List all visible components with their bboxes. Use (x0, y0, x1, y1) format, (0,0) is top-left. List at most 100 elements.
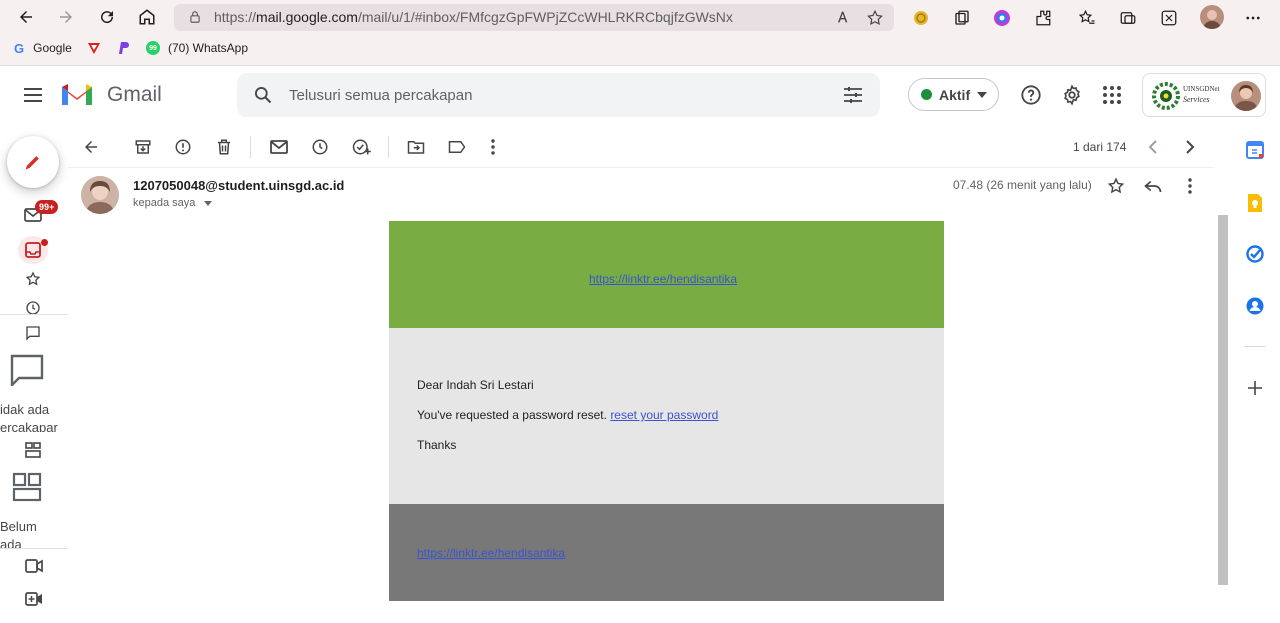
address-bar[interactable]: https://mail.google.com/mail/u/1/#inbox/… (174, 4, 894, 31)
calendar-icon[interactable] (1246, 141, 1264, 159)
color-extension-icon[interactable] (993, 9, 1011, 27)
sender-email[interactable]: 1207050048@student.uinsgd.ac.id (133, 178, 344, 193)
recipient-text[interactable]: kepada saya (133, 197, 213, 209)
screenshot-icon[interactable] (1160, 9, 1178, 27)
toolbar-divider (250, 136, 251, 158)
spaces-icon[interactable] (25, 442, 41, 458)
spaces-empty-icon (12, 472, 42, 502)
archive-icon[interactable] (132, 136, 154, 158)
side-panel (1240, 125, 1280, 623)
red-v-icon (88, 43, 100, 54)
add-task-icon[interactable] (350, 136, 372, 158)
message-more-icon[interactable] (1187, 178, 1193, 194)
label-icon[interactable] (446, 136, 468, 158)
browser-chrome: https://mail.google.com/mail/u/1/#inbox/… (0, 0, 1280, 66)
recipient-chevron-icon (204, 200, 213, 206)
gmail-logo-text[interactable]: Gmail (107, 83, 162, 107)
back-icon[interactable] (14, 5, 38, 29)
thanks-text: Thanks (417, 438, 457, 452)
whatsapp-icon: 99 (146, 41, 160, 55)
avatar[interactable] (1231, 81, 1261, 111)
message-time: 07.48 (26 menit yang lalu) (953, 178, 1092, 192)
footer-link[interactable]: https://linktr.ee/hendisantika (417, 546, 565, 560)
reset-password-link[interactable]: reset your password (610, 408, 718, 422)
spaces-empty-text-2: ada (0, 537, 22, 548)
rail-divider-2 (0, 548, 68, 549)
starred-icon[interactable] (25, 271, 41, 287)
sender-avatar[interactable] (81, 176, 119, 214)
chat-empty-icon (10, 354, 44, 386)
chat-empty-text-1: idak ada (0, 402, 50, 417)
refresh-icon[interactable] (95, 5, 119, 29)
tasks-icon[interactable] (1246, 245, 1264, 263)
reply-icon[interactable] (1144, 178, 1162, 194)
delete-icon[interactable] (213, 136, 235, 158)
toolbar-divider-2 (388, 136, 389, 158)
home-icon[interactable] (135, 5, 159, 29)
keep-icon[interactable] (1247, 193, 1263, 213)
back-to-inbox-icon[interactable] (80, 136, 102, 158)
extensions-icon[interactable] (1034, 9, 1052, 27)
star-icon[interactable] (1107, 177, 1125, 195)
mark-unread-icon[interactable] (268, 136, 290, 158)
lock-icon[interactable] (188, 10, 202, 24)
toolbar-bottom-border (68, 167, 1213, 168)
status-active-dot (921, 89, 932, 100)
main-menu-icon[interactable] (22, 85, 44, 105)
extension-coin-icon[interactable] (913, 10, 929, 26)
google-apps-icon[interactable] (1102, 85, 1122, 105)
inbox-icon (25, 242, 41, 258)
email-footer-band: https://linktr.ee/hendisantika (389, 504, 944, 601)
meet-icon[interactable] (25, 559, 43, 573)
older-icon[interactable] (1179, 136, 1201, 158)
search-bar[interactable]: Telusuri semua percakapan (237, 73, 880, 117)
top-link[interactable]: https://linktr.ee/hendisantika (589, 272, 737, 286)
report-spam-icon[interactable] (172, 136, 194, 158)
google-icon: G (14, 40, 25, 56)
more-actions-icon[interactable] (482, 136, 504, 158)
greeting-text: Dear Indah Sri Lestari (417, 378, 534, 392)
nav-inbox[interactable] (18, 236, 48, 264)
unread-dot (41, 239, 48, 246)
rail-divider (0, 314, 68, 315)
newer-icon[interactable] (1142, 136, 1164, 158)
collections-icon[interactable] (953, 9, 971, 27)
collections-tab-icon[interactable] (1119, 9, 1137, 27)
bookmark-vivaldi[interactable] (87, 40, 101, 56)
gmail-logo-icon[interactable] (60, 81, 94, 107)
forward-icon[interactable] (54, 5, 78, 29)
uinsgd-logo-icon (1150, 80, 1182, 112)
bookmark-whatsapp[interactable]: 99 (70) WhatsApp (146, 40, 248, 56)
search-options-icon[interactable] (843, 86, 863, 104)
body-text: You've requested a password reset. reset… (417, 408, 719, 422)
profile-avatar[interactable] (1200, 5, 1224, 29)
more-options-icon[interactable] (1244, 9, 1262, 27)
bookmark-paypal[interactable] (117, 40, 129, 56)
email-header-band: https://linktr.ee/hendisantika (389, 221, 944, 328)
status-dropdown[interactable]: Aktif (908, 78, 999, 111)
chat-empty-text-2: ercakapar (0, 420, 58, 432)
snooze-icon[interactable] (309, 136, 331, 158)
move-to-icon[interactable] (405, 136, 427, 158)
pagination-text: 1 dari 174 (1073, 140, 1127, 154)
scrollbar-thumb[interactable] (1218, 215, 1228, 585)
help-icon[interactable] (1020, 84, 1042, 106)
chevron-down-icon (977, 91, 988, 98)
read-aloud-icon[interactable] (836, 9, 852, 25)
email-content-band: Dear Indah Sri Lestari You've requested … (389, 328, 944, 504)
favorites-icon[interactable] (1078, 9, 1096, 27)
search-icon[interactable] (253, 85, 273, 105)
mail-count-badge: 99+ (35, 200, 59, 214)
favorite-add-icon[interactable] (866, 9, 884, 27)
settings-gear-icon[interactable] (1061, 84, 1083, 106)
compose-button[interactable] (7, 136, 59, 188)
get-addons-icon[interactable] (1248, 381, 1262, 395)
account-switcher[interactable]: UINSGDNet Services (1142, 73, 1266, 117)
chat-icon[interactable] (25, 325, 41, 341)
snoozed-icon[interactable] (25, 300, 41, 314)
paypal-icon (119, 42, 129, 54)
bookmark-google[interactable]: G Google (14, 40, 72, 56)
new-meeting-icon[interactable] (25, 592, 43, 606)
search-input[interactable]: Telusuri semua percakapan (289, 87, 472, 104)
contacts-icon[interactable] (1246, 297, 1264, 315)
